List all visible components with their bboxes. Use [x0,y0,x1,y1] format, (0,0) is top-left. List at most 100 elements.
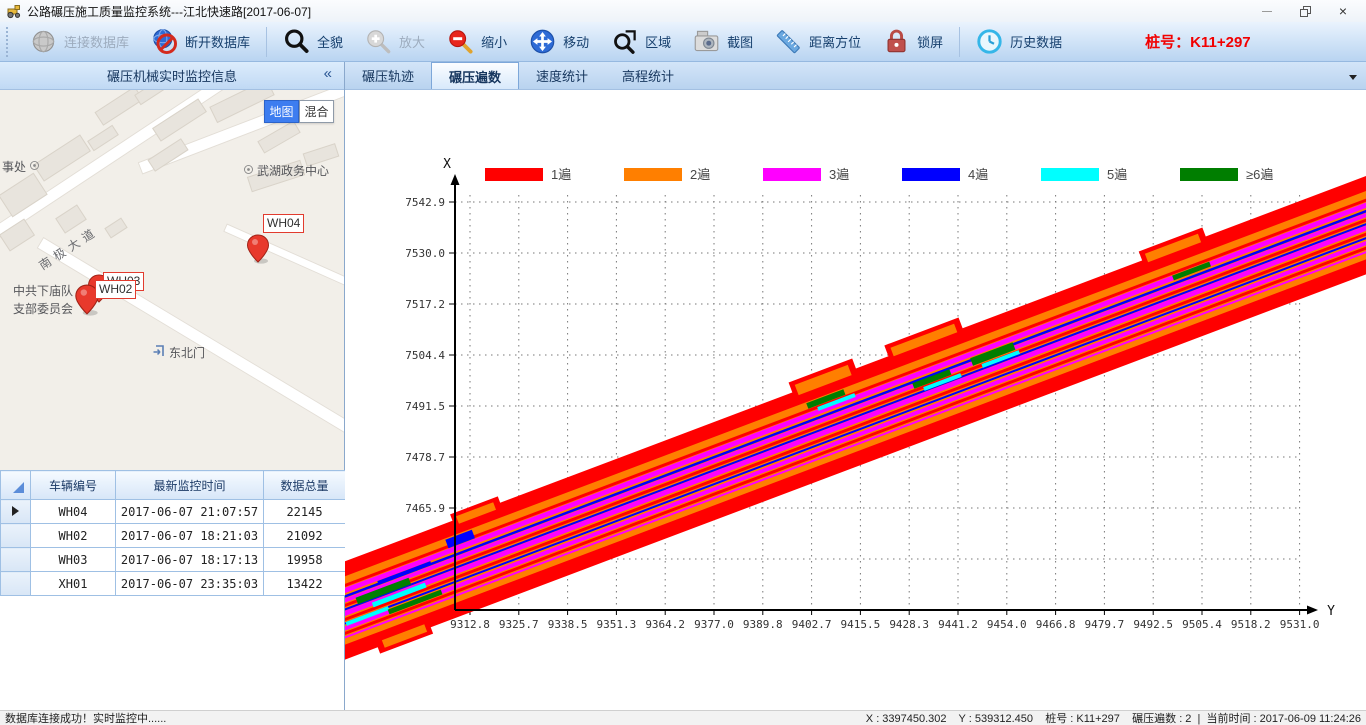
tab-1[interactable]: 碾压轨迹 [345,62,431,89]
table-cell[interactable]: WH03 [31,548,116,572]
svg-text:9466.8: 9466.8 [1036,618,1076,631]
map-view-button-active[interactable]: 地图 [264,100,299,123]
table-row[interactable]: WH022017-06-07 18:21:0321092 [1,524,346,548]
toolbar-button-screenshot[interactable]: 截图 [682,24,764,59]
table-select-all-corner[interactable] [1,471,31,500]
toolbar-grip [6,27,11,57]
main-body: 碾压机械实时监控信息 « [0,62,1366,710]
toolbar-button-history[interactable]: 历史数据 [965,24,1073,59]
svg-text:7465.9: 7465.9 [405,502,445,515]
vehicle-table: 车辆编号最新监控时间数据总量 WH042017-06-07 21:07:5722… [0,470,344,596]
toolbar-button-label: 历史数据 [1010,32,1062,51]
left-panel-header: 碾压机械实时监控信息 « [0,62,344,90]
gate-icon [152,344,166,361]
svg-text:9479.7: 9479.7 [1085,618,1125,631]
map-label-gate: 东北门 [152,344,205,361]
selected-row-arrow [12,506,19,516]
tab-4[interactable]: 高程统计 [605,62,691,89]
svg-text:9531.0: 9531.0 [1280,618,1320,631]
row-header[interactable] [1,572,31,596]
svg-text:3遍: 3遍 [829,167,849,182]
svg-text:9428.3: 9428.3 [889,618,929,631]
table-cell[interactable]: 22145 [264,500,346,524]
tab-2[interactable]: 碾压遍数 [431,62,519,89]
pass-count-chart[interactable]: 7542.97530.07517.27504.47491.57478.77465… [345,90,1366,710]
column-header[interactable]: 最新监控时间 [116,471,264,500]
close-button[interactable]: × [1324,0,1362,22]
toolbar-button-region[interactable]: 区域 [600,24,682,59]
collapse-panel-button[interactable]: « [324,65,332,82]
row-header[interactable] [1,548,31,572]
table-cell[interactable]: 13422 [264,572,346,596]
app-window: 公路碾压施工质量监控系统---江北快速路[2017-06-07] × 连接数据库… [0,0,1366,725]
titlebar: 公路碾压施工质量监控系统---江北快速路[2017-06-07] × [0,0,1366,22]
map-building [134,90,166,105]
chart-legend: 1遍2遍3遍4遍5遍≥6遍 [485,167,1273,182]
table-row[interactable]: WH042017-06-07 21:07:5722145 [1,500,346,524]
svg-text:9518.2: 9518.2 [1231,618,1271,631]
map-label-office: 事处 [2,158,40,175]
table-cell[interactable]: 19958 [264,548,346,572]
map-view-switch: 地图混合 [264,100,334,123]
svg-text:7504.4: 7504.4 [405,349,445,362]
database-disconnect-icon [151,28,178,55]
svg-text:9364.2: 9364.2 [645,618,685,631]
status-message: 数据库连接成功！实时监控中...... [5,710,166,725]
table-row[interactable]: XH012017-06-07 23:35:0313422 [1,572,346,596]
table-cell[interactable]: 2017-06-07 23:35:03 [116,572,264,596]
table-row[interactable]: WH032017-06-07 18:17:1319958 [1,548,346,572]
status-coordinates: X : 3397450.302 Y : 539312.450 桩号 : K11+… [866,710,1361,725]
tab-overflow-button[interactable] [1346,72,1360,82]
svg-text:9351.3: 9351.3 [597,618,637,631]
toolbar-button-database-connect[interactable]: 连接数据库 [19,24,140,59]
tab-3[interactable]: 速度统计 [519,62,605,89]
toolbar-button-label: 区域 [645,32,671,51]
column-header[interactable]: 车辆编号 [31,471,116,500]
column-header[interactable]: 数据总量 [264,471,346,500]
toolbar-button-lock[interactable]: 锁屏 [872,24,954,59]
toolbar: 连接数据库断开数据库 全貌放大缩小移动 区域截图距离方位 锁屏 历史数据 桩号：K11+2… [0,22,1366,62]
toolbar-button-database-disconnect[interactable]: 断开数据库 [140,24,261,59]
minimize-button[interactable] [1248,0,1286,22]
chevron-down-icon [1349,75,1357,80]
map-label-committee: 中共下庙队 支部委员会 [13,282,73,317]
row-header[interactable] [1,500,31,524]
table-cell[interactable]: 2017-06-07 21:07:57 [116,500,264,524]
left-panel: 碾压机械实时监控信息 « [0,62,345,710]
svg-text:9441.2: 9441.2 [938,618,978,631]
table-cell[interactable]: 2017-06-07 18:17:13 [116,548,264,572]
svg-text:9325.7: 9325.7 [499,618,539,631]
svg-text:7517.2: 7517.2 [405,298,445,311]
table-cell[interactable]: WH04 [31,500,116,524]
toolbar-button-zoom-in[interactable]: 放大 [354,24,436,59]
map-canvas[interactable]: 地图混合 事处 武湖政务中心 中共下庙队 支部委员会 南极大道 东北门 [0,90,344,470]
window-title: 公路碾压施工质量监控系统---江北快速路[2017-06-07] [27,3,311,20]
stake-number: 桩号：K11+297 [1145,31,1250,52]
svg-text:7491.5: 7491.5 [405,400,445,413]
table-cell[interactable]: 2017-06-07 18:21:03 [116,524,264,548]
toolbar-button-label: 锁屏 [917,32,943,51]
table-cell[interactable]: 21092 [264,524,346,548]
lock-icon [883,28,910,55]
toolbar-button-move[interactable]: 移动 [518,24,600,59]
map-road [0,90,247,262]
map-marker-wh04[interactable]: WH04 [244,218,314,268]
toolbar-button-overview[interactable]: 全貌 [272,24,354,59]
svg-text:9505.4: 9505.4 [1182,618,1222,631]
region-icon [611,28,638,55]
row-header[interactable] [1,524,31,548]
svg-text:9415.5: 9415.5 [841,618,881,631]
toolbar-button-distance[interactable]: 距离方位 [764,24,872,59]
map-marker-wh02-group[interactable]: WH03 WH02 [74,272,184,332]
overview-icon [283,28,310,55]
zoom-in-icon [365,28,392,55]
restore-button[interactable] [1286,0,1324,22]
table-cell[interactable]: XH01 [31,572,116,596]
poi-icon [29,160,40,174]
toolbar-button-label: 全貌 [317,32,343,51]
table-cell[interactable]: WH02 [31,524,116,548]
tabstrip: 碾压轨迹碾压遍数速度统计高程统计 [345,62,1366,90]
main-area: 碾压轨迹碾压遍数速度统计高程统计 7542.97530.07517.27504.… [345,62,1366,710]
map-view-button-inactive[interactable]: 混合 [299,100,334,123]
toolbar-button-zoom-out[interactable]: 缩小 [436,24,518,59]
